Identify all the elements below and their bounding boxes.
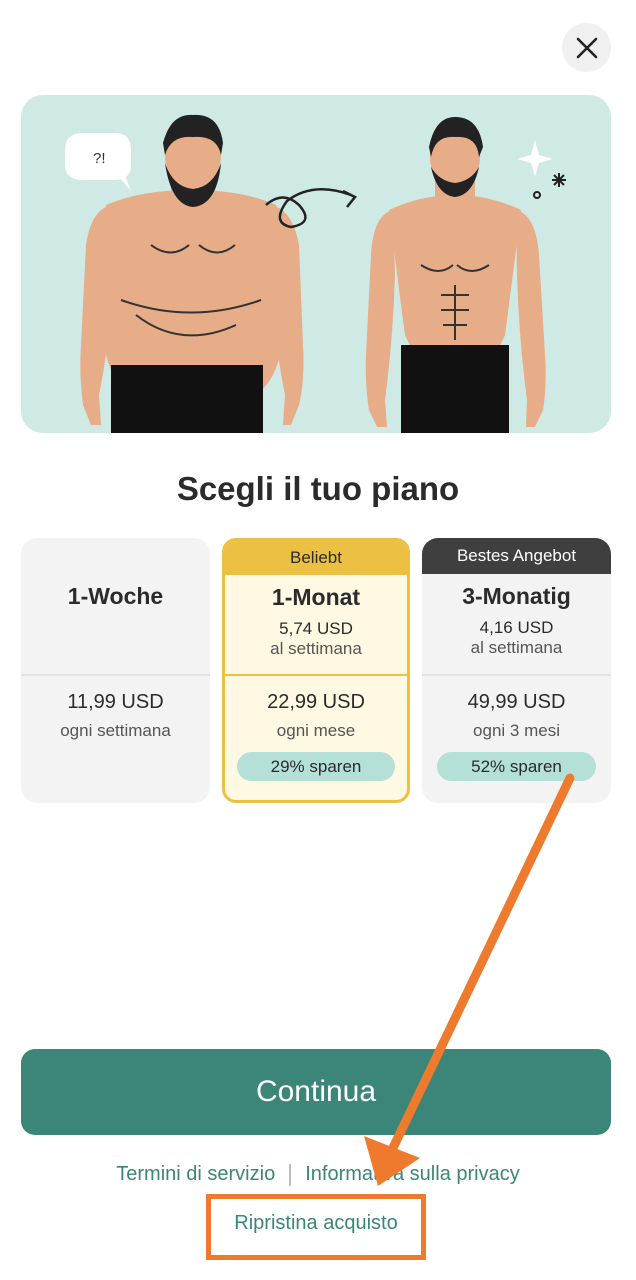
plan-badge: Bestes Angebot xyxy=(422,538,611,574)
plan-period: ogni settimana xyxy=(60,721,171,740)
before-after-illustration: ?! xyxy=(65,114,566,433)
after-figure xyxy=(365,117,546,433)
plan-price: 11,99 USD xyxy=(67,691,164,713)
close-icon xyxy=(576,37,597,58)
speech-bubble: ?! xyxy=(65,133,131,191)
speech-bubble-text: ?! xyxy=(93,150,106,167)
plan-period: ogni mese xyxy=(276,721,356,740)
sparkle-icon xyxy=(517,140,566,199)
plan-divider xyxy=(422,674,611,676)
footer-links: Termini di servizio Informativa sulla pr… xyxy=(0,1163,636,1186)
plan-divider xyxy=(225,674,407,676)
plan-price: 49,99 USD xyxy=(467,691,566,713)
plan-card-1-month[interactable]: Beliebt 1-Monat 5,74 USD al settimana 22… xyxy=(222,538,410,803)
privacy-link[interactable]: Informativa sulla privacy xyxy=(305,1163,520,1186)
plan-weekly-price: 5,74 USD xyxy=(279,619,353,638)
plan-name: 1-Woche xyxy=(67,583,164,609)
plan-card-3-months[interactable]: Bestes Angebot 3-Monatig 4,16 USD al set… xyxy=(422,538,611,803)
plan-period: ogni 3 mesi xyxy=(473,721,560,740)
plan-badge: Beliebt xyxy=(225,541,407,575)
plan-price: 22,99 USD xyxy=(267,691,365,713)
plan-weekly-label: al settimana xyxy=(470,638,563,657)
hero-illustration: ?! xyxy=(21,95,611,433)
plan-weekly-label: al settimana xyxy=(270,639,362,658)
savings-badge: 52% sparen xyxy=(437,752,596,781)
savings-badge: 29% sparen xyxy=(237,752,395,781)
plan-weekly-price: 4,16 USD xyxy=(479,618,554,637)
plan-name: 3-Monatig xyxy=(462,583,571,609)
link-separator xyxy=(289,1163,292,1186)
restore-purchase-link[interactable]: Ripristina acquisto xyxy=(206,1212,426,1235)
plan-divider xyxy=(21,674,210,676)
continue-button[interactable]: Continua xyxy=(21,1049,611,1135)
plan-name: 1-Monat xyxy=(271,584,361,610)
plan-card-1-week[interactable]: 1-Woche 11,99 USD ogni settimana xyxy=(21,538,210,803)
terms-link[interactable]: Termini di servizio xyxy=(116,1163,275,1186)
page-title: Scegli il tuo piano xyxy=(176,470,460,507)
close-button[interactable] xyxy=(562,23,611,72)
